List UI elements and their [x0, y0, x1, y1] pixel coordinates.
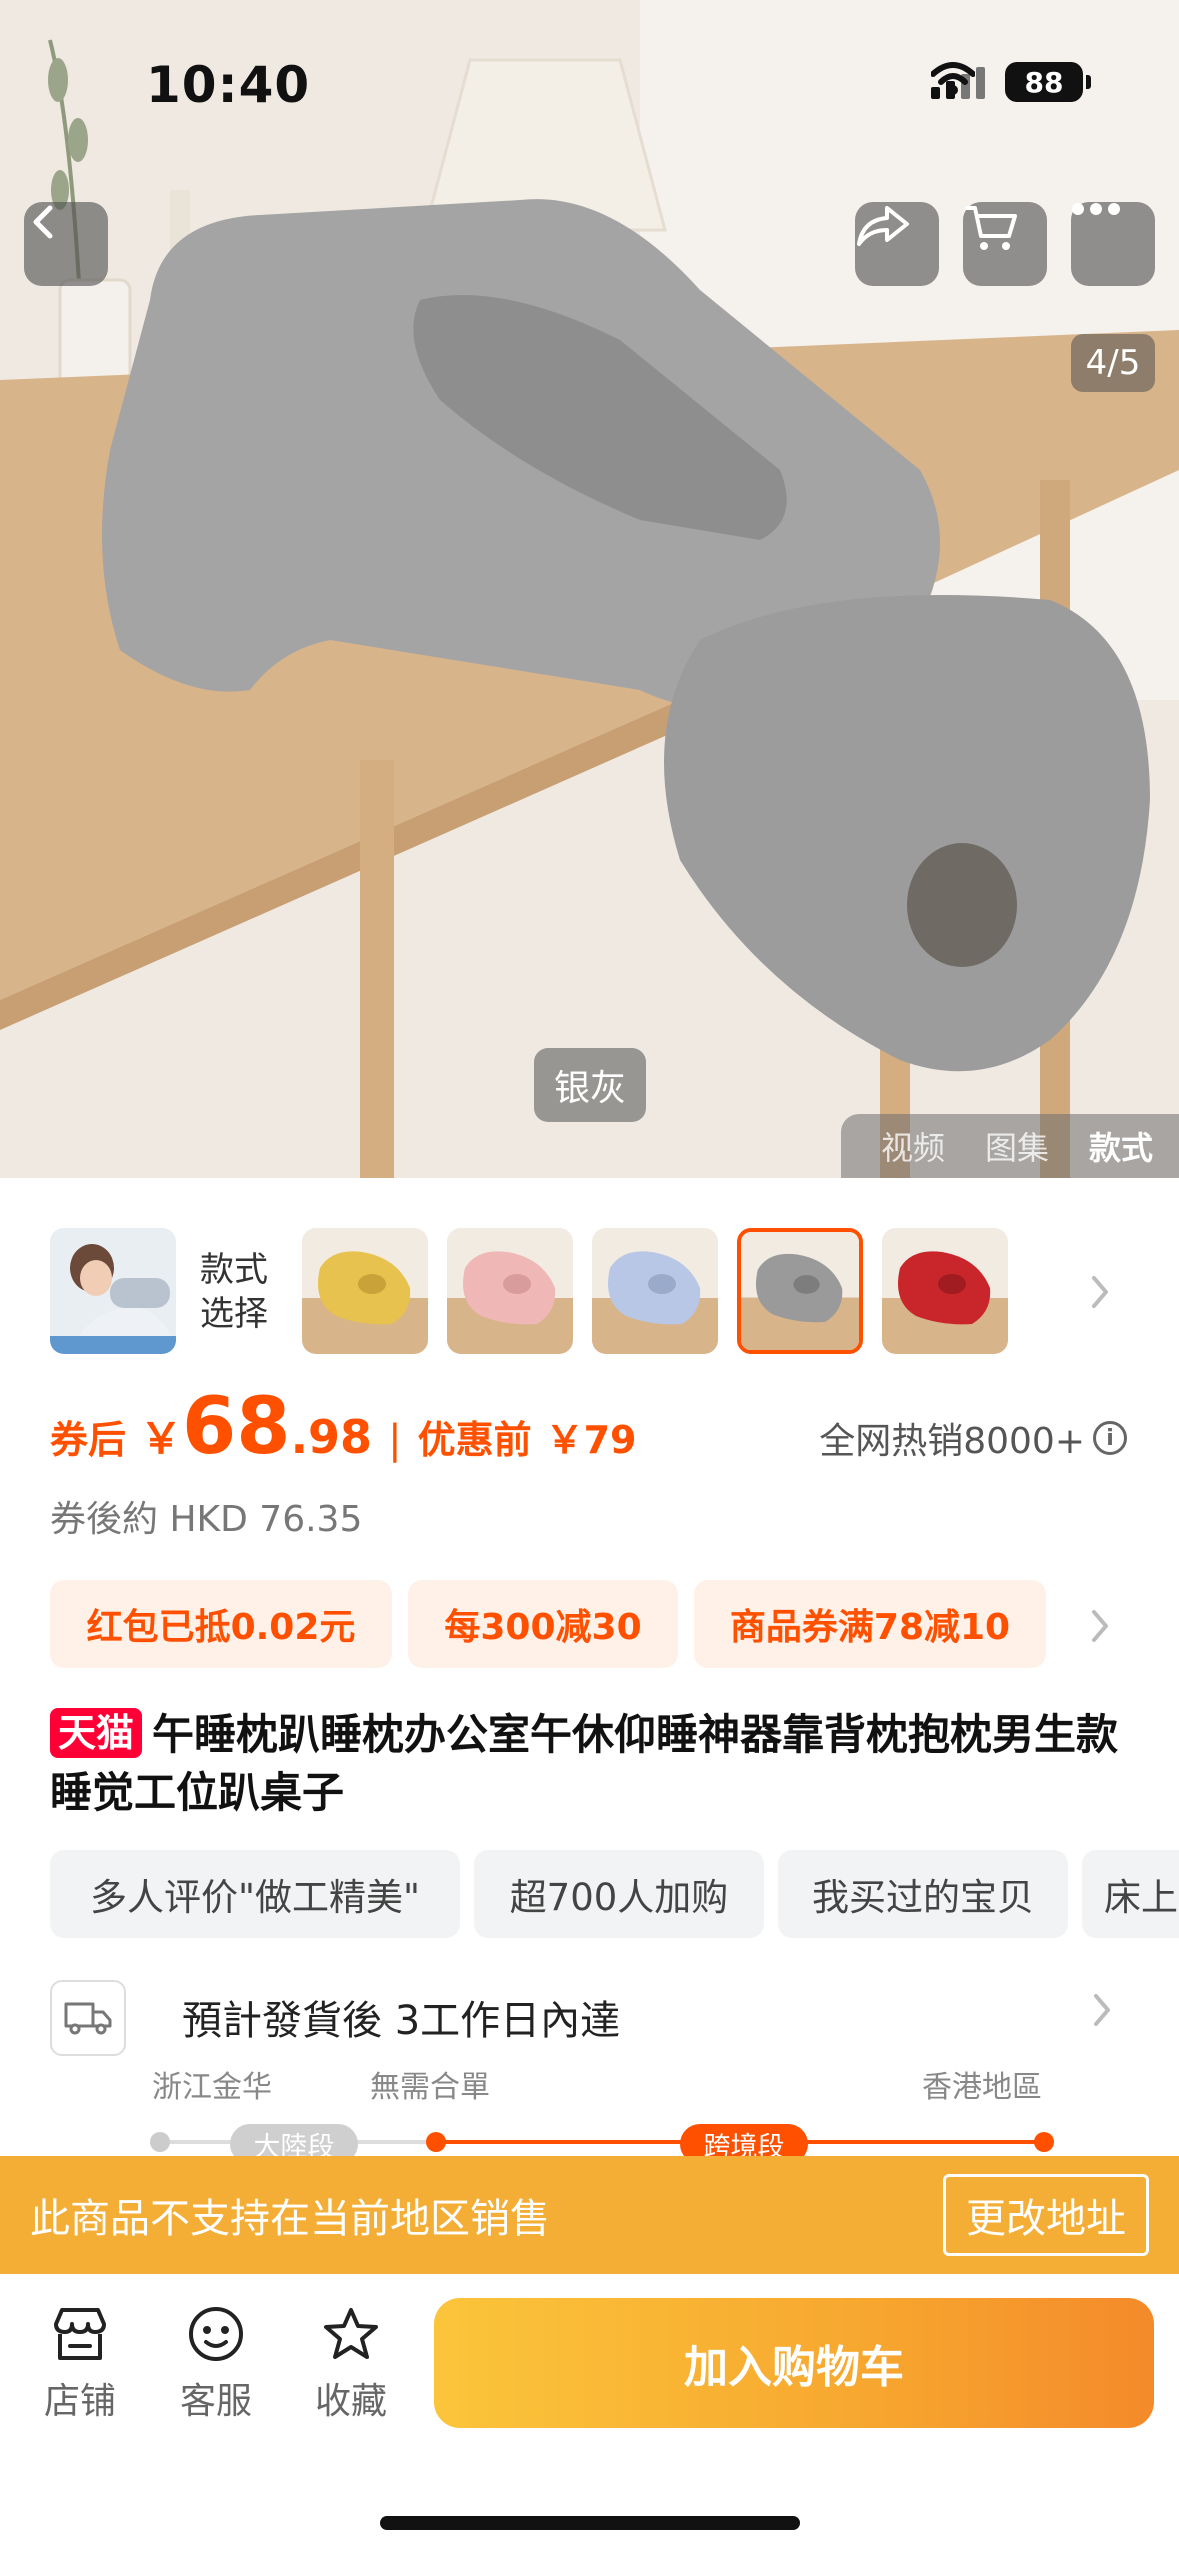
coupon-store-discount[interactable]: 每300减30: [408, 1580, 678, 1668]
variant-selector: 款式 选择: [0, 1228, 1179, 1356]
info-icon: i: [1093, 1421, 1127, 1455]
shopping-cart-icon: [965, 206, 1017, 250]
customer-service-button[interactable]: 客服: [166, 2306, 266, 2424]
price-decimal: .98: [290, 1410, 373, 1464]
tag-cart-adds[interactable]: 超700人加购: [474, 1850, 764, 1938]
pillow-gray-image: [741, 1232, 859, 1350]
variant-thumb-gray-selected[interactable]: [737, 1228, 863, 1354]
variant-thumb-model[interactable]: [50, 1228, 176, 1354]
product-title: 天猫 午睡枕趴睡枕办公室午休仰睡神器靠背枕抱枕男生款睡觉工位趴桌子: [50, 1706, 1130, 1822]
favorite-button[interactable]: 收藏: [301, 2306, 401, 2424]
price-separator: |: [388, 1417, 402, 1463]
price-integer: 68: [182, 1382, 291, 1472]
pillow-blue-image: [592, 1228, 718, 1354]
share-icon: [857, 206, 909, 246]
route-destination: 香港地區: [922, 2070, 1042, 2105]
variant-thumb-blue[interactable]: [592, 1228, 718, 1354]
add-to-cart-button[interactable]: 加入购物车: [434, 2298, 1154, 2428]
after-coupon-label: 券后: [50, 1418, 127, 1462]
variant-thumb-yellow[interactable]: [302, 1228, 428, 1354]
tab-gallery[interactable]: 图集: [985, 1123, 1049, 1169]
banner-message: 此商品不支持在当前地区销售: [30, 2196, 550, 2242]
share-button[interactable]: [855, 202, 939, 286]
tab-video[interactable]: 视频: [881, 1123, 945, 1169]
route-origin: 浙江金华: [152, 2070, 272, 2105]
store-label: 店铺: [43, 2381, 116, 2422]
product-page: 10:40 88 4/5 银灰 视频 图集 款式 款式 选择 券后 ￥ 68 .…: [0, 0, 1179, 2556]
chevron-left-icon: [33, 205, 53, 239]
tag-reviews[interactable]: 多人评价"做工精美": [50, 1850, 460, 1938]
variant-caption: 银灰: [534, 1048, 646, 1122]
status-time: 10:40: [146, 56, 311, 114]
pillow-pink-image: [447, 1228, 573, 1354]
store-button[interactable]: 店铺: [30, 2306, 130, 2424]
currency-symbol: ￥: [140, 1414, 183, 1463]
variant-select-label: 款式 选择: [200, 1248, 268, 1336]
delivery-truck-icon: [50, 1980, 126, 2056]
product-photo: [0, 0, 1179, 1178]
route-dot-middle: [426, 2132, 446, 2152]
star-icon: [324, 2308, 378, 2359]
before-discount-price: ￥79: [545, 1418, 637, 1462]
product-image-gallery[interactable]: 10:40 88 4/5 银灰 视频 图集 款式: [0, 0, 1179, 1178]
more-dots-icon: [1072, 203, 1120, 215]
tmall-badge: 天猫: [50, 1708, 143, 1758]
variant-thumb-pink[interactable]: [447, 1228, 573, 1354]
chat-face-icon: [189, 2307, 243, 2361]
model-photo: [50, 1228, 176, 1354]
variant-label-line2: 选择: [200, 1294, 268, 1334]
media-tabs: 视频 图集 款式: [840, 1114, 1179, 1178]
status-indicators: 88: [931, 62, 1091, 102]
product-title-text: 午睡枕趴睡枕办公室午休仰睡神器靠背枕抱枕男生款睡觉工位趴桌子: [50, 1710, 1119, 1817]
hkd-price: 券後約 HKD 76.35: [50, 1499, 363, 1540]
store-icon: [54, 2308, 106, 2360]
more-button[interactable]: [1071, 202, 1155, 286]
delivery-estimate[interactable]: 預計發貨後 3工作日內達: [182, 1988, 620, 2046]
coupon-red-packet[interactable]: 红包已抵0.02元: [50, 1580, 392, 1668]
service-label: 客服: [179, 2381, 252, 2422]
variant-label-line1: 款式: [200, 1250, 268, 1290]
coupon-product[interactable]: 商品券满78减10: [694, 1580, 1046, 1668]
pillow-red-image: [882, 1228, 1008, 1354]
image-pager: 4/5: [1071, 334, 1155, 392]
chevron-right-icon[interactable]: [1088, 1272, 1112, 1312]
hot-sales-text: 全网热销8000+: [819, 1421, 1085, 1462]
tag-purchased[interactable]: 我买过的宝贝: [778, 1850, 1068, 1938]
tag-bed[interactable]: 床上: [1082, 1850, 1179, 1938]
shipping-chevron-right-icon[interactable]: [1090, 1990, 1114, 2030]
pillow-yellow-image: [302, 1228, 428, 1354]
route-dot-destination: [1034, 2132, 1054, 2152]
back-button[interactable]: [24, 202, 108, 286]
route-dot-origin: [150, 2132, 170, 2152]
home-indicator[interactable]: [380, 2516, 800, 2530]
hot-sales[interactable]: 全网热销8000+ i: [819, 1412, 1127, 1464]
cart-button[interactable]: [963, 202, 1047, 286]
route-middle: 無需合單: [370, 2070, 490, 2105]
change-address-button[interactable]: 更改地址: [943, 2174, 1149, 2256]
before-discount-label: 优惠前: [417, 1418, 532, 1462]
region-unavailable-banner: 此商品不支持在当前地区销售 更改地址: [0, 2156, 1179, 2274]
battery-indicator: 88: [1005, 62, 1091, 102]
variant-thumb-red[interactable]: [882, 1228, 1008, 1354]
price-row: 券后 ￥ 68 .98 | 优惠前 ￥79: [50, 1382, 636, 1474]
favorite-label: 收藏: [314, 2381, 387, 2422]
coupons-chevron-right-icon[interactable]: [1088, 1606, 1112, 1646]
wifi-icon: [931, 62, 975, 95]
truck-glyph: [64, 2002, 112, 2035]
tab-style[interactable]: 款式: [1089, 1123, 1153, 1169]
